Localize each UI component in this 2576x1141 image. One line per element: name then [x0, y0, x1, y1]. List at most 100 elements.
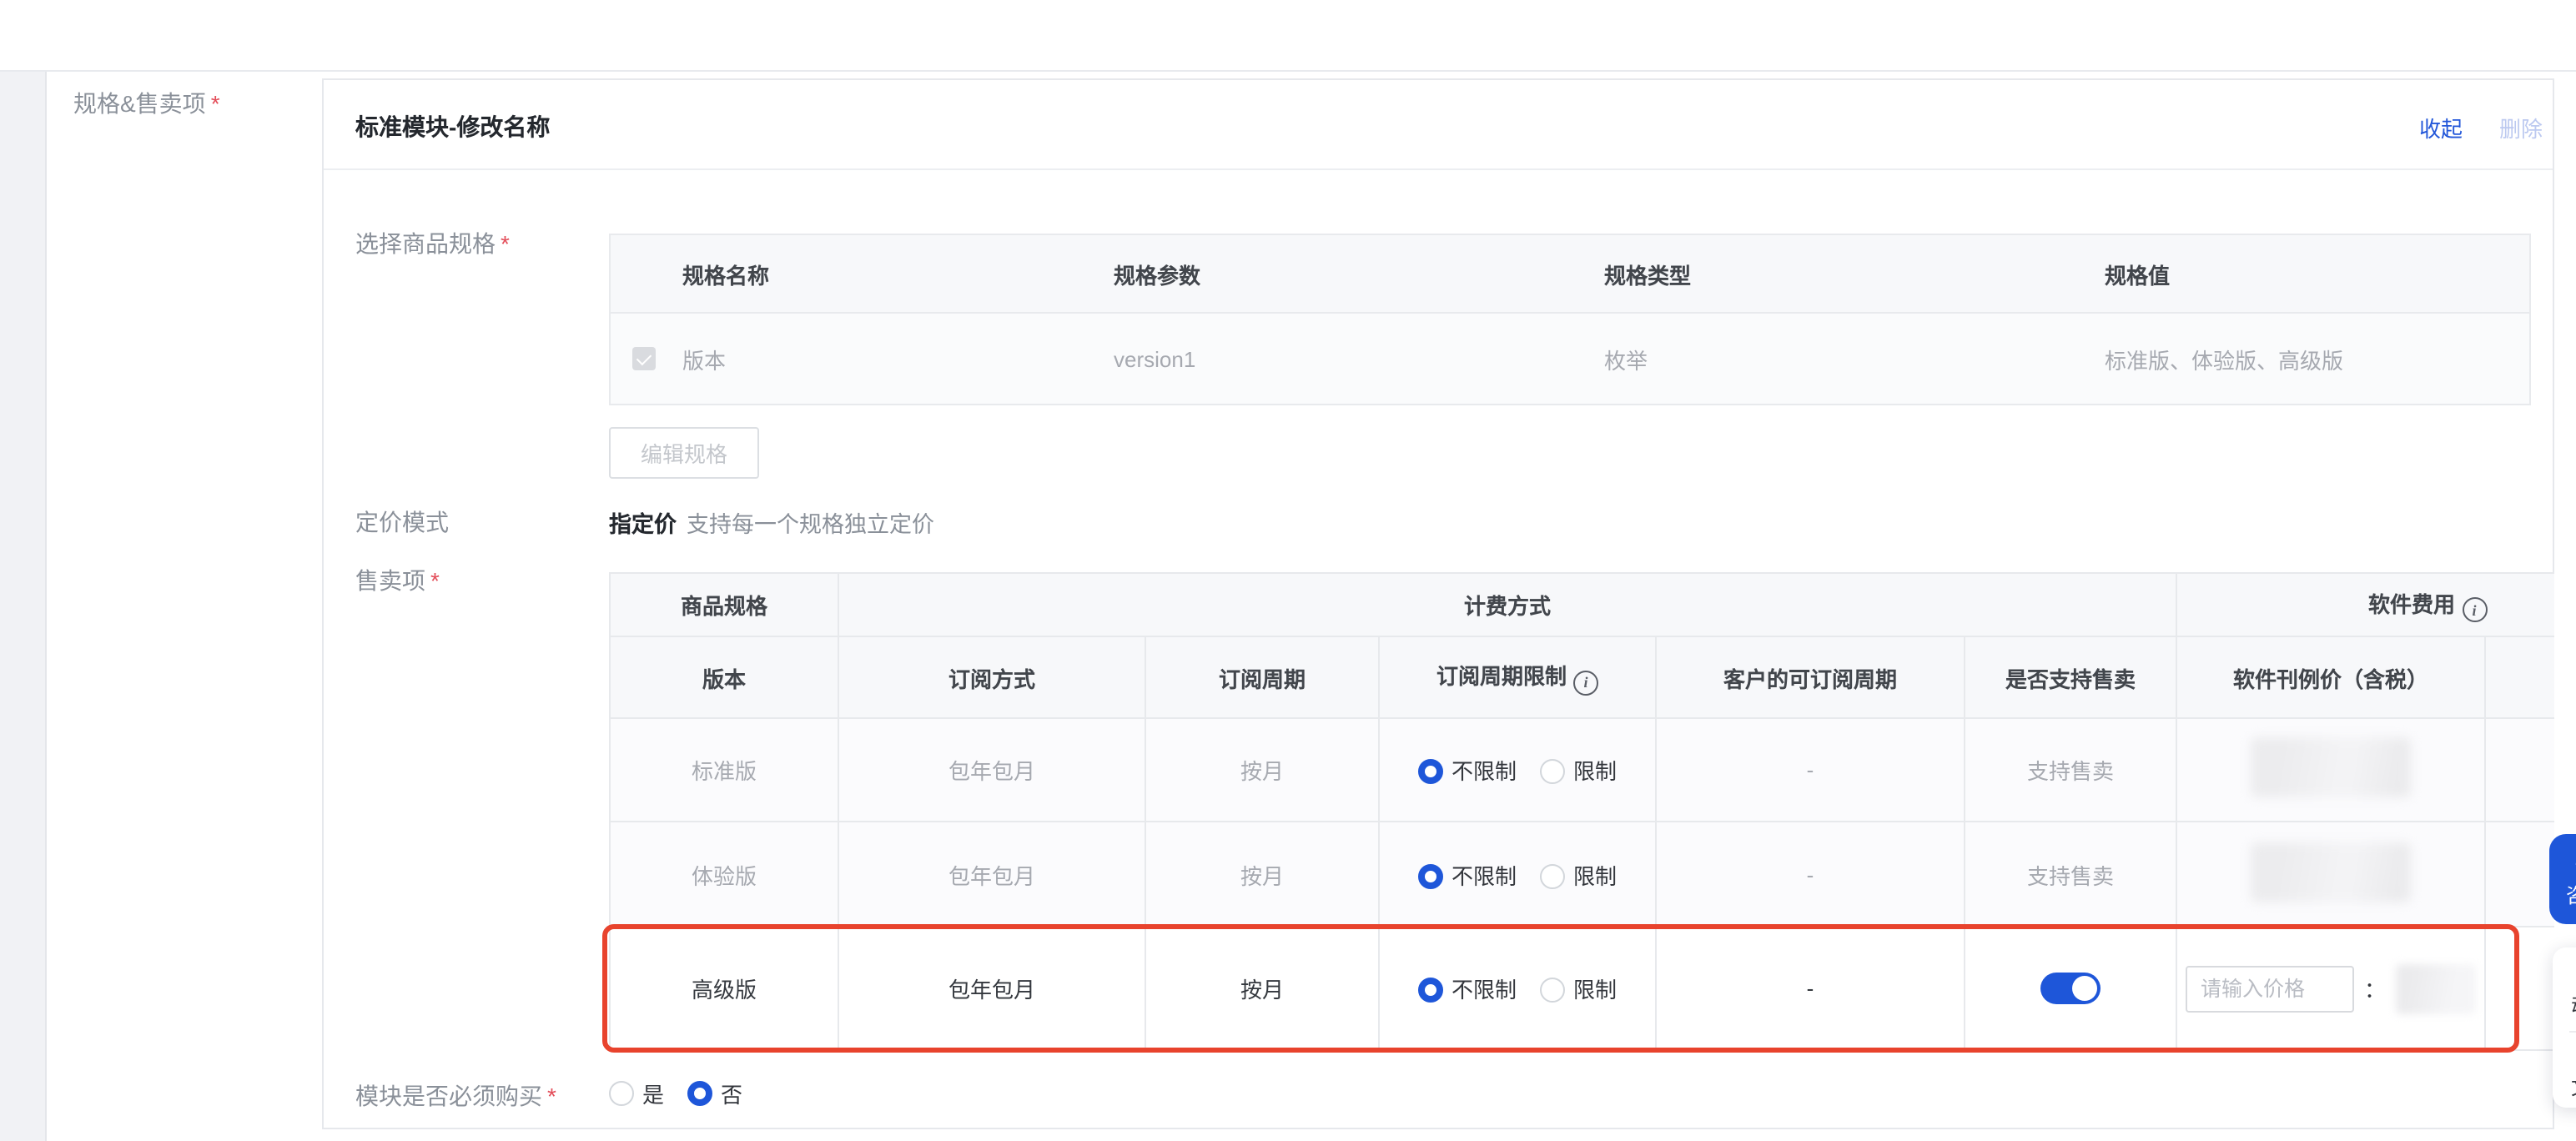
must-buy-options: 是 否 [609, 1078, 742, 1109]
section-label: 规格&售卖项 * [73, 87, 220, 120]
required-mark: * [547, 1083, 556, 1109]
radio-limited-label: 限制 [1573, 863, 1618, 888]
top-bar [0, 0, 2576, 72]
software-fee-text: 软件费用 [2368, 591, 2456, 617]
cell-price [2176, 718, 2487, 822]
sale-items-label-text: 售卖项 [355, 567, 425, 594]
sale-row-standard: 标准版 包年包月 按月 不限制 限制 - 支持售卖 [610, 718, 2554, 822]
consult-label: 咨询 [2566, 881, 2576, 909]
col-header-extra [2485, 636, 2554, 719]
toggle-knob [2072, 976, 2097, 1001]
sale-table: 商品规格 计费方式 软件费用 i 版本 订阅方式 订阅周期 订阅周期限制 i 客户的… [609, 572, 2554, 1051]
collapse-link[interactable]: 收起 [2419, 112, 2463, 143]
col-header-cycle: 订阅周期 [1145, 636, 1380, 719]
radio-limited[interactable] [1540, 978, 1565, 1003]
activity-float-button[interactable]: 动态 [2571, 963, 2576, 1019]
select-spec-label-text: 选择商品规格 [355, 230, 496, 257]
float-panel: 动态 文档 [2553, 947, 2576, 1108]
check-icon [636, 349, 652, 365]
spec-col-type: 规格类型 [1532, 234, 2033, 313]
group-header-software-fee: 软件费用 i [2176, 573, 2554, 637]
col-header-subscribe-mode: 订阅方式 [838, 636, 1146, 719]
spec-values-cell: 标准版、体验版、高级版 [2033, 312, 2530, 405]
cell-spec: 体验版 [610, 822, 839, 927]
radio-unlimited[interactable] [1417, 978, 1443, 1003]
headset-icon [2575, 862, 2576, 865]
radio-yes-label: 是 [642, 1083, 665, 1108]
radio-unlimited[interactable] [1417, 863, 1443, 888]
cell-cycle: 按月 [1145, 927, 1380, 1051]
cell-support: 支持售卖 [1965, 822, 2178, 927]
pricing-mode-selected: 指定价 [609, 512, 677, 537]
required-mark: * [501, 230, 510, 257]
radio-no-label: 否 [721, 1083, 743, 1108]
cell-extra [2485, 927, 2554, 1051]
cell-limit: 不限制 限制 [1379, 718, 1657, 822]
cycle-limit-text: 订阅周期限制 [1436, 664, 1567, 690]
info-icon[interactable]: i [2462, 597, 2488, 623]
radio-unlimited[interactable] [1417, 759, 1443, 784]
cell-cycle: 按月 [1145, 822, 1380, 927]
info-icon[interactable]: i [1573, 670, 1598, 696]
pricing-mode-label: 定价模式 [355, 509, 449, 535]
spec-name-cell: 版本 [610, 312, 1042, 405]
cell-price-input: ： [2176, 927, 2487, 1051]
radio-limited[interactable] [1540, 863, 1565, 888]
module-card-title: 标准模块-修改名称 [355, 113, 551, 140]
spec-checkbox[interactable] [632, 347, 656, 370]
sale-row-trial: 体验版 包年包月 按月 不限制 限制 - 支持售卖 [610, 822, 2554, 927]
radio-limited-label: 限制 [1573, 759, 1618, 784]
cell-cycle: 按月 [1145, 718, 1380, 822]
activity-label: 动态 [2571, 991, 2576, 1019]
spec-table-row: 版本 version1 枚举 标准版、体验版、高级版 [610, 312, 2530, 405]
section-label-text: 规格&售卖项 [73, 90, 206, 117]
cell-limit: 不限制 限制 [1379, 822, 1657, 927]
float-divider [2569, 1031, 2576, 1033]
must-buy-label-text: 模块是否必须购买 [355, 1083, 542, 1109]
cell-mode: 包年包月 [838, 927, 1146, 1051]
cell-customer-cycle: - [1656, 822, 1965, 927]
col-header-customer-cycle: 客户的可订阅周期 [1656, 636, 1965, 719]
group-header-billing: 计费方式 [838, 573, 2178, 637]
cell-extra [2485, 822, 2554, 927]
pricing-mode-desc: 支持每一个规格独立定价 [687, 512, 934, 537]
pricing-mode-value: 指定价 支持每一个规格独立定价 [609, 505, 934, 539]
redacted-price [2251, 737, 2412, 797]
redacted-price [2396, 963, 2477, 1013]
radio-limited[interactable] [1540, 759, 1565, 784]
spec-table: 规格名称 规格参数 规格类型 规格值 版本 version1 枚举 标准版、体验… [609, 234, 2531, 405]
radio-no[interactable] [687, 1081, 713, 1106]
support-sale-toggle[interactable] [2040, 973, 2101, 1004]
spec-name-text: 版本 [682, 348, 727, 373]
module-card-header [324, 80, 2553, 170]
spec-param-cell: version1 [1042, 312, 1532, 405]
spec-type-cell: 枚举 [1532, 312, 2033, 405]
edit-spec-button[interactable]: 编辑规格 [609, 427, 759, 479]
required-mark: * [210, 90, 220, 117]
left-gutter [0, 70, 47, 1141]
delete-link[interactable]: 删除 [2499, 112, 2543, 143]
select-spec-label: 选择商品规格 * [355, 227, 510, 260]
cell-customer-cycle: - [1656, 718, 1965, 822]
docs-label: 文档 [2571, 1073, 2576, 1101]
col-header-list-price: 软件刊例价（含税） [2176, 636, 2487, 719]
cell-spec: 标准版 [610, 718, 839, 822]
cell-extra [2485, 718, 2554, 822]
radio-unlimited-label: 不限制 [1451, 759, 1517, 784]
col-header-version: 版本 [610, 636, 839, 719]
price-colon: ： [2364, 978, 2387, 1003]
consult-float-button[interactable]: 咨询 [2549, 834, 2576, 924]
must-buy-label: 模块是否必须购买 * [355, 1079, 556, 1113]
group-header-spec: 商品规格 [610, 573, 839, 637]
redacted-price [2251, 842, 2412, 902]
price-input[interactable] [2186, 965, 2354, 1012]
cell-spec: 高级版 [610, 927, 839, 1051]
radio-yes[interactable] [609, 1081, 634, 1106]
docs-float-button[interactable]: 文档 [2571, 1044, 2576, 1101]
radio-unlimited-label: 不限制 [1451, 978, 1517, 1003]
cell-limit: 不限制 限制 [1379, 927, 1657, 1051]
cell-support: 支持售卖 [1965, 718, 2178, 822]
col-header-support-sale: 是否支持售卖 [1965, 636, 2178, 719]
cell-price [2176, 822, 2487, 927]
spec-col-param: 规格参数 [1042, 234, 1532, 313]
